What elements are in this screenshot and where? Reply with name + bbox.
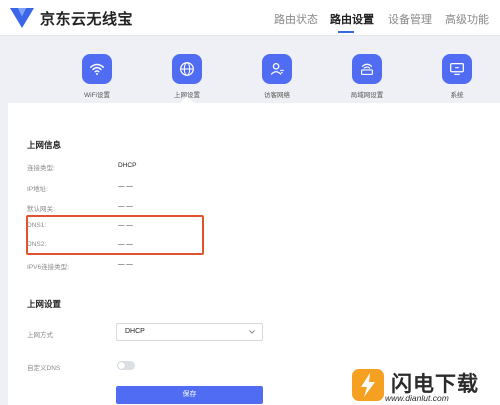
ipv6-type-value: — — xyxy=(118,261,133,268)
system-monitor-icon xyxy=(450,62,464,76)
dns-highlight-box xyxy=(26,215,204,255)
guest-network-button[interactable] xyxy=(262,54,292,84)
save-button[interactable]: 保存 xyxy=(116,386,263,404)
wifi-settings-button[interactable] xyxy=(82,54,112,84)
ip-address-label: IP地址: xyxy=(27,186,48,193)
custom-dns-toggle[interactable] xyxy=(117,361,135,370)
toggle-knob xyxy=(118,362,125,369)
nav-advanced-features[interactable]: 高级功能 xyxy=(445,11,489,27)
system-button[interactable] xyxy=(442,54,472,84)
globe-icon xyxy=(180,62,194,76)
connection-mode-select[interactable]: DHCP xyxy=(116,323,263,341)
connection-mode-value: DHCP xyxy=(125,328,145,335)
nav-router-status[interactable]: 路由状态 xyxy=(274,11,318,27)
watermark-url: www.dianlut.com xyxy=(385,393,449,403)
guest-network-label: 访客网络 xyxy=(264,92,290,99)
settings-icon-bar: WiFi设置 上网设置 访客网络 局域网设置 系统 xyxy=(0,37,500,103)
brand-title: 京东云无线宝 xyxy=(40,11,134,28)
connection-type-label: 连接类型: xyxy=(27,165,55,172)
active-nav-underline xyxy=(338,31,354,33)
active-tab-pointer xyxy=(180,96,194,103)
internet-info-title: 上网信息 xyxy=(27,140,62,150)
nav-device-management[interactable]: 设备管理 xyxy=(388,11,432,27)
internet-settings-title: 上网设置 xyxy=(27,299,62,309)
lan-settings-label: 局域网设置 xyxy=(350,92,384,99)
system-label: 系统 xyxy=(450,92,464,99)
wifi-settings-label: WiFi设置 xyxy=(84,92,110,99)
internet-settings-button[interactable] xyxy=(172,54,202,84)
lightning-watermark-logo-icon xyxy=(352,369,384,401)
top-header: 京东云无线宝 路由状态 路由设置 设备管理 高级功能 xyxy=(0,0,500,36)
connection-type-value: DHCP xyxy=(118,162,137,169)
ip-address-value: — — xyxy=(118,183,133,190)
nav-router-settings[interactable]: 路由设置 xyxy=(330,11,374,27)
chevron-down-icon xyxy=(249,330,255,334)
custom-dns-label: 自定义DNS xyxy=(27,365,61,372)
ipv6-type-label: IPV6连接类型: xyxy=(27,264,69,271)
default-gateway-label: 默认网关: xyxy=(27,206,55,213)
connection-mode-label: 上网方式 xyxy=(27,332,53,339)
brand-logo-icon xyxy=(10,8,34,28)
wifi-icon xyxy=(89,63,105,75)
lan-settings-button[interactable] xyxy=(352,54,382,84)
guest-user-icon xyxy=(270,62,285,75)
router-icon xyxy=(361,63,373,75)
default-gateway-value: — — xyxy=(118,203,133,210)
